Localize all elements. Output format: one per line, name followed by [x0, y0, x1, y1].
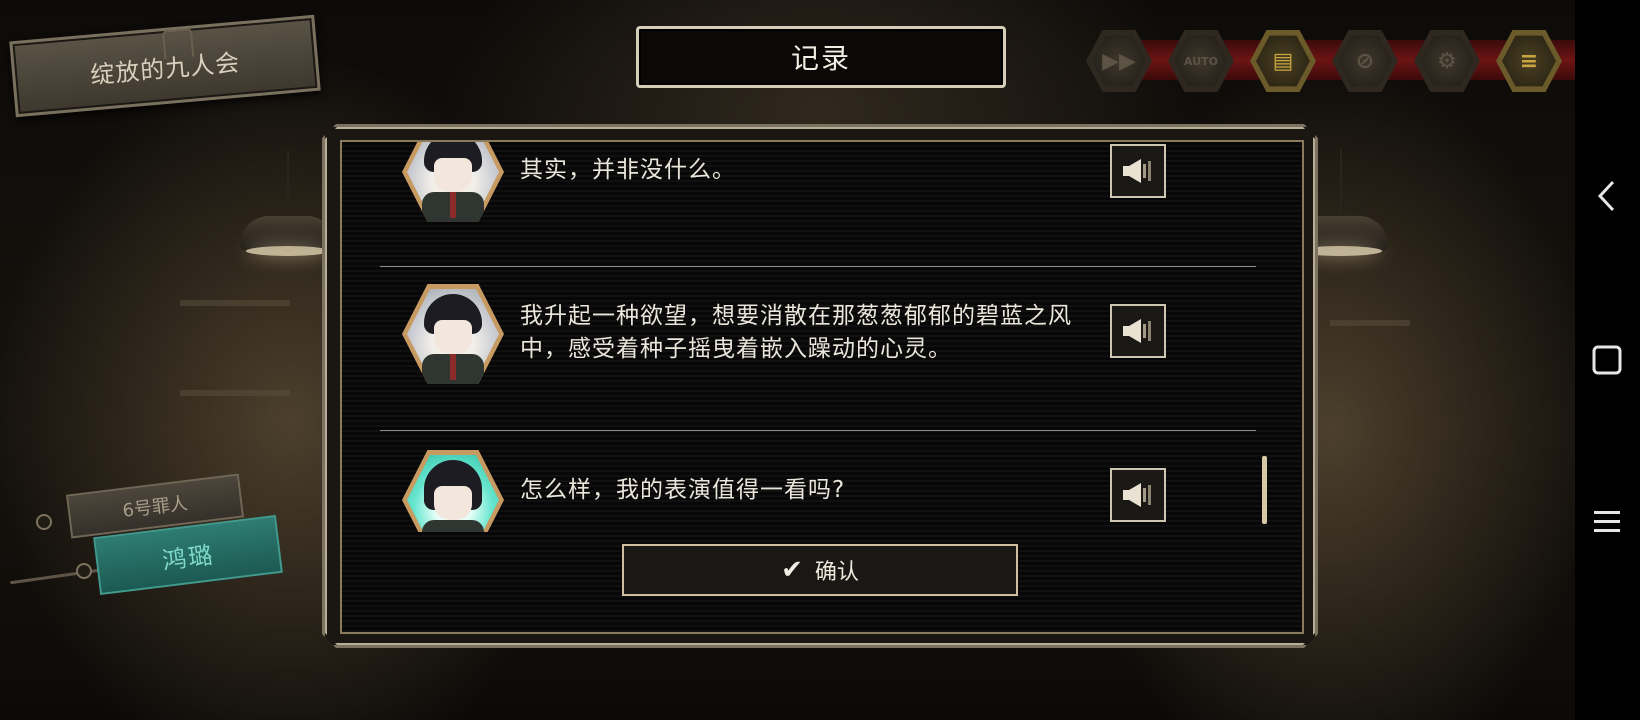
voice-replay-button[interactable] [1110, 468, 1166, 522]
home-square-icon [1592, 345, 1622, 375]
system-nav-bar [1575, 0, 1640, 720]
character-portrait [402, 142, 504, 222]
voice-replay-button[interactable] [1110, 144, 1166, 198]
shelf [180, 390, 290, 396]
skip-button[interactable]: ▶▶ [1086, 28, 1152, 94]
back-icon [1597, 180, 1615, 212]
tag-knob [36, 514, 52, 530]
log-divider [380, 430, 1256, 431]
log-entry: 我升起一种欲望，想要消散在那葱葱郁郁的碧蓝之风中，感受着种子摇曳着嵌入躁动的心灵… [342, 268, 1302, 426]
log-entry: 其实，并非没什么。 [342, 142, 1302, 270]
ceiling-lamp [240, 216, 336, 256]
voice-replay-button[interactable] [1110, 304, 1166, 358]
log-text: 其实，并非没什么。 [520, 157, 736, 183]
log-list[interactable]: 其实，并非没什么。 我升起一种欲望，想要消散在那葱葱郁郁的碧蓝之风中，感受着种子… [342, 142, 1302, 532]
shelf [180, 300, 290, 306]
character-portrait [402, 284, 504, 384]
fast-forward-icon: ▶▶ [1102, 48, 1136, 74]
auto-icon: AUTO [1184, 54, 1218, 68]
confirm-label: 确认 [814, 560, 859, 585]
tag-knob [76, 563, 92, 579]
portrait-skin [434, 320, 472, 354]
log-book-icon: ▤ [1272, 48, 1294, 74]
log-scrollbar-thumb[interactable] [1262, 456, 1267, 524]
gear-icon: ⚙ [1437, 48, 1457, 74]
speaker-icon [1123, 483, 1151, 507]
record-title: 记录 [636, 26, 1006, 88]
no-eye-icon: ⊘ [1355, 48, 1375, 74]
log-entry: 怎么样，我的表演值得一看吗? [342, 432, 1302, 532]
portrait-skin [434, 158, 472, 192]
portrait-tie [450, 192, 456, 218]
lamp-cord [287, 150, 289, 220]
log-text: 怎么样，我的表演值得一看吗? [520, 477, 846, 503]
shelf [1330, 320, 1410, 326]
log-divider [380, 266, 1256, 267]
auto-button[interactable]: AUTO [1168, 28, 1234, 94]
log-text: 我升起一种欲望，想要消散在那葱葱郁郁的碧蓝之风中，感受着种子摇曳着嵌入躁动的心灵… [520, 303, 1072, 362]
settings-button[interactable]: ⚙ [1414, 28, 1480, 94]
character-portrait [402, 450, 504, 532]
home-button[interactable] [1587, 340, 1627, 380]
hide-ui-button[interactable]: ⊘ [1332, 28, 1398, 94]
portrait-skin [434, 486, 472, 520]
plaque-hook [161, 28, 195, 60]
back-button[interactable] [1587, 176, 1627, 216]
check-icon: ✔ [781, 555, 803, 585]
menu-button[interactable]: ≡ [1496, 28, 1562, 94]
portrait-tie [450, 354, 456, 380]
menu-icon: ≡ [1519, 48, 1539, 74]
speaker-icon [1123, 319, 1151, 343]
confirm-button[interactable]: ✔ 确认 [622, 544, 1018, 596]
lamp-cord [1340, 150, 1342, 220]
recent-apps-button[interactable] [1587, 502, 1627, 542]
log-button[interactable]: ▤ [1250, 28, 1316, 94]
recent-apps-icon [1594, 511, 1620, 532]
portrait-suit [422, 520, 484, 532]
speaker-icon [1123, 159, 1151, 183]
